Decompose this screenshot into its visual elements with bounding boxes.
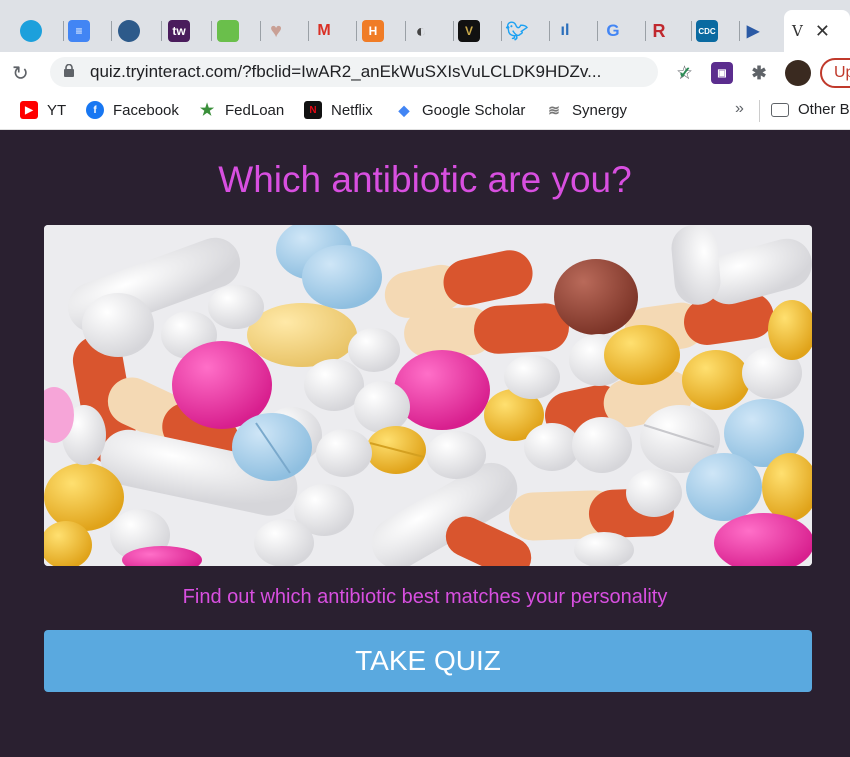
tab-separator	[645, 21, 646, 41]
tab-v[interactable]: V	[458, 12, 502, 50]
tab-cdc[interactable]: CDC	[696, 12, 740, 50]
bookmark-label: Netflix	[331, 101, 373, 119]
gmail-icon: M	[317, 22, 331, 39]
tab-heart[interactable]: ♥	[265, 12, 309, 50]
twitter-icon: 🐦︎	[505, 20, 529, 41]
tab-strip: ≡ tw ♥ M H ◐ V 🐦︎ ıl G R CDC ▶ V ✕	[0, 0, 850, 52]
r-logo-icon: R	[652, 20, 666, 41]
hero-image-pills	[44, 225, 812, 566]
bookmark-yt[interactable]: ▶ YT	[20, 101, 66, 119]
bookmark-label: Synergy	[572, 101, 628, 119]
tab-separator	[501, 21, 502, 41]
cloud-icon	[20, 20, 42, 42]
tab-google[interactable]: G	[602, 12, 646, 50]
tab-seal[interactable]	[118, 12, 162, 50]
netflix-icon: N	[304, 101, 322, 119]
take-quiz-button[interactable]: TAKE QUIZ	[44, 630, 812, 692]
hub-icon: H	[362, 20, 384, 42]
docs-icon: ≡	[68, 20, 90, 42]
tab-arrow[interactable]: ▶	[742, 12, 782, 50]
bookmark-label: Facebook	[113, 101, 179, 119]
tab-globe[interactable]: ◐	[410, 12, 454, 50]
bookmark-fedloan[interactable]: ★ FedLoan	[198, 101, 285, 120]
bookmark-netflix[interactable]: N Netflix	[304, 101, 373, 119]
bookmark-label: Google Scholar	[422, 101, 526, 119]
bookmark-label: YT	[47, 101, 67, 119]
pills-illustration	[44, 225, 812, 566]
bookmark-synergy[interactable]: ≋ Synergy	[545, 101, 627, 119]
reload-icon[interactable]: ↻	[12, 61, 29, 86]
grammar-check-icon[interactable]: ✓	[674, 62, 696, 84]
tab-green[interactable]	[217, 12, 261, 50]
tab-separator	[597, 21, 598, 41]
tab-separator	[260, 21, 261, 41]
tab-chart[interactable]: ıl	[554, 12, 598, 50]
tab-twitter[interactable]: 🐦︎	[506, 12, 550, 50]
tab-separator	[453, 21, 454, 41]
quiz-page: Which antibiotic are you? Find out which…	[0, 131, 850, 757]
tab-salesforce[interactable]	[20, 12, 64, 50]
facebook-icon: f	[86, 101, 104, 119]
tab-gmail[interactable]: M	[313, 12, 357, 50]
v-logo-icon: V	[458, 20, 480, 42]
youtube-icon: ▶	[20, 101, 38, 119]
active-tab-label: V	[792, 22, 803, 40]
tab-separator	[691, 21, 692, 41]
page-title: Which antibiotic are you?	[218, 159, 632, 200]
bookmark-google-scholar[interactable]: ◆ Google Scholar	[395, 101, 526, 119]
tab-separator	[549, 21, 550, 41]
synergy-icon: ≋	[548, 101, 560, 118]
google-icon: G	[606, 21, 620, 40]
tab-active[interactable]: V ✕	[784, 10, 850, 52]
avatar[interactable]	[785, 60, 811, 86]
globe-icon: ◐	[415, 20, 427, 41]
tab-separator	[161, 21, 162, 41]
tab-separator	[63, 21, 64, 41]
tab-separator	[739, 21, 740, 41]
more-bookmarks-icon[interactable]: »	[735, 100, 744, 118]
lock-icon	[64, 64, 74, 77]
tab-orange[interactable]: H	[362, 12, 406, 50]
graduation-cap-icon: ◆	[398, 101, 410, 118]
tab-separator	[356, 21, 357, 41]
tab-google-docs[interactable]: ≡	[68, 12, 112, 50]
tab-separator	[111, 21, 112, 41]
chart-icon: ıl	[560, 22, 570, 39]
tab-tw[interactable]: tw	[168, 12, 212, 50]
bookmark-facebook[interactable]: f Facebook	[86, 101, 179, 119]
tab-separator	[308, 21, 309, 41]
folder-icon	[771, 102, 789, 117]
extension-icon[interactable]: ▣	[711, 62, 733, 84]
browser-toolbar: ↻ quiz.tryinteract.com/?fbclid=IwAR2_anE…	[0, 52, 850, 92]
tab-r[interactable]: R	[648, 12, 692, 50]
monitor-icon	[217, 20, 239, 42]
page-subtitle: Find out which antibiotic best matches y…	[182, 586, 668, 608]
seal-icon	[118, 20, 140, 42]
tw-icon: tw	[168, 20, 190, 42]
update-button[interactable]: Up	[820, 58, 850, 88]
bookmarks-bar: ▶ YT f Facebook ★ FedLoan N Netflix ◆ Go…	[0, 92, 850, 130]
address-url: quiz.tryinteract.com/?fbclid=IwAR2_anEkW…	[90, 62, 602, 81]
bookmark-label: FedLoan	[225, 101, 285, 119]
cdc-icon: CDC	[696, 20, 718, 42]
heart-icon: ♥	[270, 19, 282, 42]
puzzle-icon[interactable]: ✱	[748, 62, 770, 84]
tab-separator	[211, 21, 212, 41]
arrow-logo-icon: ▶	[746, 23, 760, 40]
address-bar[interactable]: quiz.tryinteract.com/?fbclid=IwAR2_anEkW…	[50, 57, 693, 87]
bookmark-label: Other B	[798, 101, 850, 118]
bookmarks-divider	[759, 100, 760, 122]
close-icon[interactable]: ✕	[815, 21, 830, 42]
bookmark-other[interactable]: Other B	[771, 101, 850, 118]
tab-separator	[405, 21, 406, 41]
fedloan-icon: ★	[199, 102, 215, 119]
